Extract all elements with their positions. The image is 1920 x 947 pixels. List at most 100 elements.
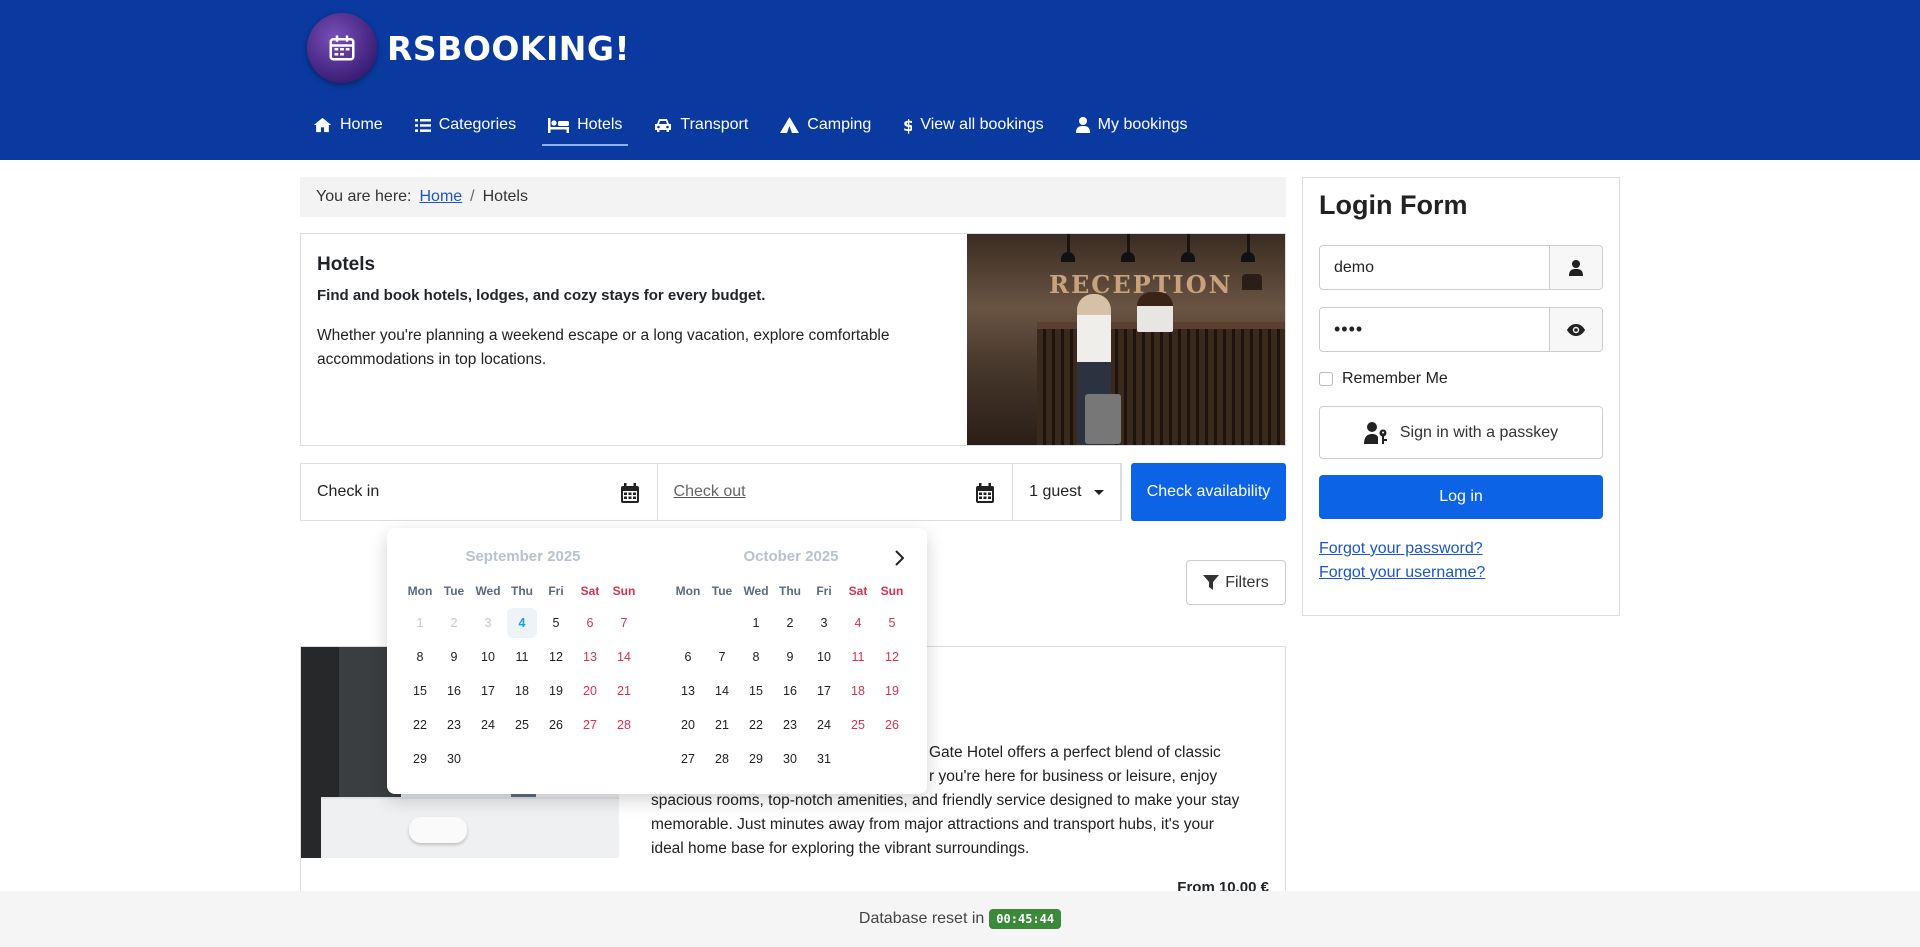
forgot-password-link[interactable]: Forgot your password? [1319, 540, 1483, 558]
remember-me-checkbox[interactable] [1319, 372, 1333, 386]
reset-text: Database reset in [858, 910, 985, 927]
calendar-day[interactable]: 29 [403, 742, 437, 776]
calendar-day[interactable]: 24 [471, 708, 505, 742]
chevron-right-icon [895, 550, 904, 566]
calendar-day[interactable]: 3 [807, 606, 841, 640]
show-password-button[interactable] [1549, 308, 1602, 351]
calendar-day[interactable]: 28 [705, 742, 739, 776]
calendar-day[interactable]: 18 [505, 674, 539, 708]
nav-item-home[interactable]: Home [313, 113, 383, 137]
username-input[interactable]: demo [1320, 246, 1549, 289]
calendar-day[interactable]: 21 [705, 708, 739, 742]
calendar-day[interactable]: 25 [841, 708, 875, 742]
nav-label: Home [340, 116, 383, 133]
user-icon [1549, 246, 1602, 289]
calendar-day[interactable]: 5 [875, 606, 909, 640]
calendar-day[interactable]: 24 [807, 708, 841, 742]
calendar-day[interactable]: 21 [607, 674, 641, 708]
calendar-day[interactable]: 9 [773, 640, 807, 674]
calendar-day[interactable]: 9 [437, 640, 471, 674]
main-nav: Home Categories Hotels Transport Camping… [313, 113, 1220, 146]
nav-item-camping[interactable]: Camping [780, 113, 871, 137]
calendar-day[interactable]: 17 [807, 674, 841, 708]
guests-select[interactable]: 1 guest [1013, 464, 1121, 520]
calendar-day[interactable]: 29 [739, 742, 773, 776]
pendant-lamp [1061, 234, 1075, 262]
brand-logo[interactable]: RSBOOKING! [307, 13, 630, 83]
nav-item-transport[interactable]: Transport [654, 113, 748, 137]
calendar-day[interactable]: 11 [841, 640, 875, 674]
calendar-day[interactable]: 14 [705, 674, 739, 708]
calendar-day[interactable]: 11 [505, 640, 539, 674]
calendar-day[interactable]: 13 [671, 674, 705, 708]
calendar-day[interactable]: 13 [573, 640, 607, 674]
calendar-day[interactable]: 8 [739, 640, 773, 674]
calendar-day[interactable]: 12 [539, 640, 573, 674]
calendar-day[interactable]: 19 [539, 674, 573, 708]
nav-label: Categories [438, 116, 517, 133]
breadcrumb-home-link[interactable]: Home [419, 188, 462, 206]
calendar-day[interactable]: 17 [471, 674, 505, 708]
check-in-field[interactable]: Check in [301, 464, 658, 520]
calendar-day[interactable]: 14 [607, 640, 641, 674]
svg-text:$: $ [903, 117, 912, 134]
calendar-day[interactable]: 16 [773, 674, 807, 708]
month-title: October 2025 [743, 548, 839, 565]
remember-me[interactable]: Remember Me [1319, 370, 1448, 388]
calendar-day[interactable]: 28 [607, 708, 641, 742]
calendar-day[interactable]: 8 [403, 640, 437, 674]
breadcrumb-prefix: You are here: [316, 188, 412, 205]
calendar-day[interactable]: 4 [507, 608, 537, 638]
nav-item-hotels[interactable]: Hotels [542, 113, 629, 146]
check-out-label: Check out [673, 483, 746, 500]
calendar-day[interactable]: 31 [807, 742, 841, 776]
calendar-day[interactable]: 27 [573, 708, 607, 742]
calendar-day[interactable]: 20 [671, 708, 705, 742]
calendar-day[interactable]: 26 [539, 708, 573, 742]
username-field[interactable]: demo [1319, 245, 1603, 290]
calendar-day[interactable]: 19 [875, 674, 909, 708]
calendar-day[interactable]: 5 [539, 606, 573, 640]
calendar-day[interactable]: 23 [773, 708, 807, 742]
password-field[interactable]: •••• [1319, 307, 1603, 352]
password-input[interactable]: •••• [1320, 308, 1549, 351]
weekday-label: Wed [475, 584, 501, 598]
next-month-button[interactable] [889, 548, 909, 568]
forgot-username-link[interactable]: Forgot your username? [1319, 564, 1485, 582]
calendar-day[interactable]: 23 [437, 708, 471, 742]
filters-button[interactable]: Filters [1186, 560, 1286, 605]
calendar-day[interactable]: 30 [437, 742, 471, 776]
nav-item-categories[interactable]: Categories [414, 113, 517, 137]
calendar-day[interactable]: 6 [573, 606, 607, 640]
calendar-day[interactable]: 7 [705, 640, 739, 674]
calendar-day[interactable]: 12 [875, 640, 909, 674]
check-out-field[interactable]: Check out [658, 464, 1014, 520]
calendar-day[interactable]: 7 [607, 606, 641, 640]
calendar-day[interactable]: 18 [841, 674, 875, 708]
eye-icon [1567, 323, 1585, 336]
calendar-day[interactable]: 15 [739, 674, 773, 708]
calendar-day[interactable]: 26 [875, 708, 909, 742]
remember-me-label: Remember Me [1342, 370, 1448, 387]
calendar-day[interactable]: 20 [573, 674, 607, 708]
calendar-day[interactable]: 1 [739, 606, 773, 640]
calendar-day[interactable]: 6 [671, 640, 705, 674]
nav-item-my-bookings[interactable]: My bookings [1075, 113, 1188, 137]
calendar-day[interactable]: 22 [403, 708, 437, 742]
calendar-day[interactable]: 10 [807, 640, 841, 674]
weekday-label: Tue [443, 584, 465, 598]
check-availability-button[interactable]: Check availability [1131, 463, 1286, 521]
login-button[interactable]: Log in [1319, 475, 1603, 519]
site-header: RSBOOKING! Home Categories Hotels Transp… [0, 0, 1920, 160]
calendar-day[interactable]: 27 [671, 742, 705, 776]
calendar-day[interactable]: 22 [739, 708, 773, 742]
calendar-day[interactable]: 16 [437, 674, 471, 708]
calendar-day[interactable]: 2 [773, 606, 807, 640]
nav-item-view-all-bookings[interactable]: $ View all bookings [903, 113, 1043, 137]
calendar-day[interactable]: 30 [773, 742, 807, 776]
passkey-button[interactable]: Sign in with a passkey [1319, 406, 1603, 459]
calendar-day[interactable]: 4 [841, 606, 875, 640]
calendar-day[interactable]: 15 [403, 674, 437, 708]
calendar-day[interactable]: 10 [471, 640, 505, 674]
calendar-day[interactable]: 25 [505, 708, 539, 742]
